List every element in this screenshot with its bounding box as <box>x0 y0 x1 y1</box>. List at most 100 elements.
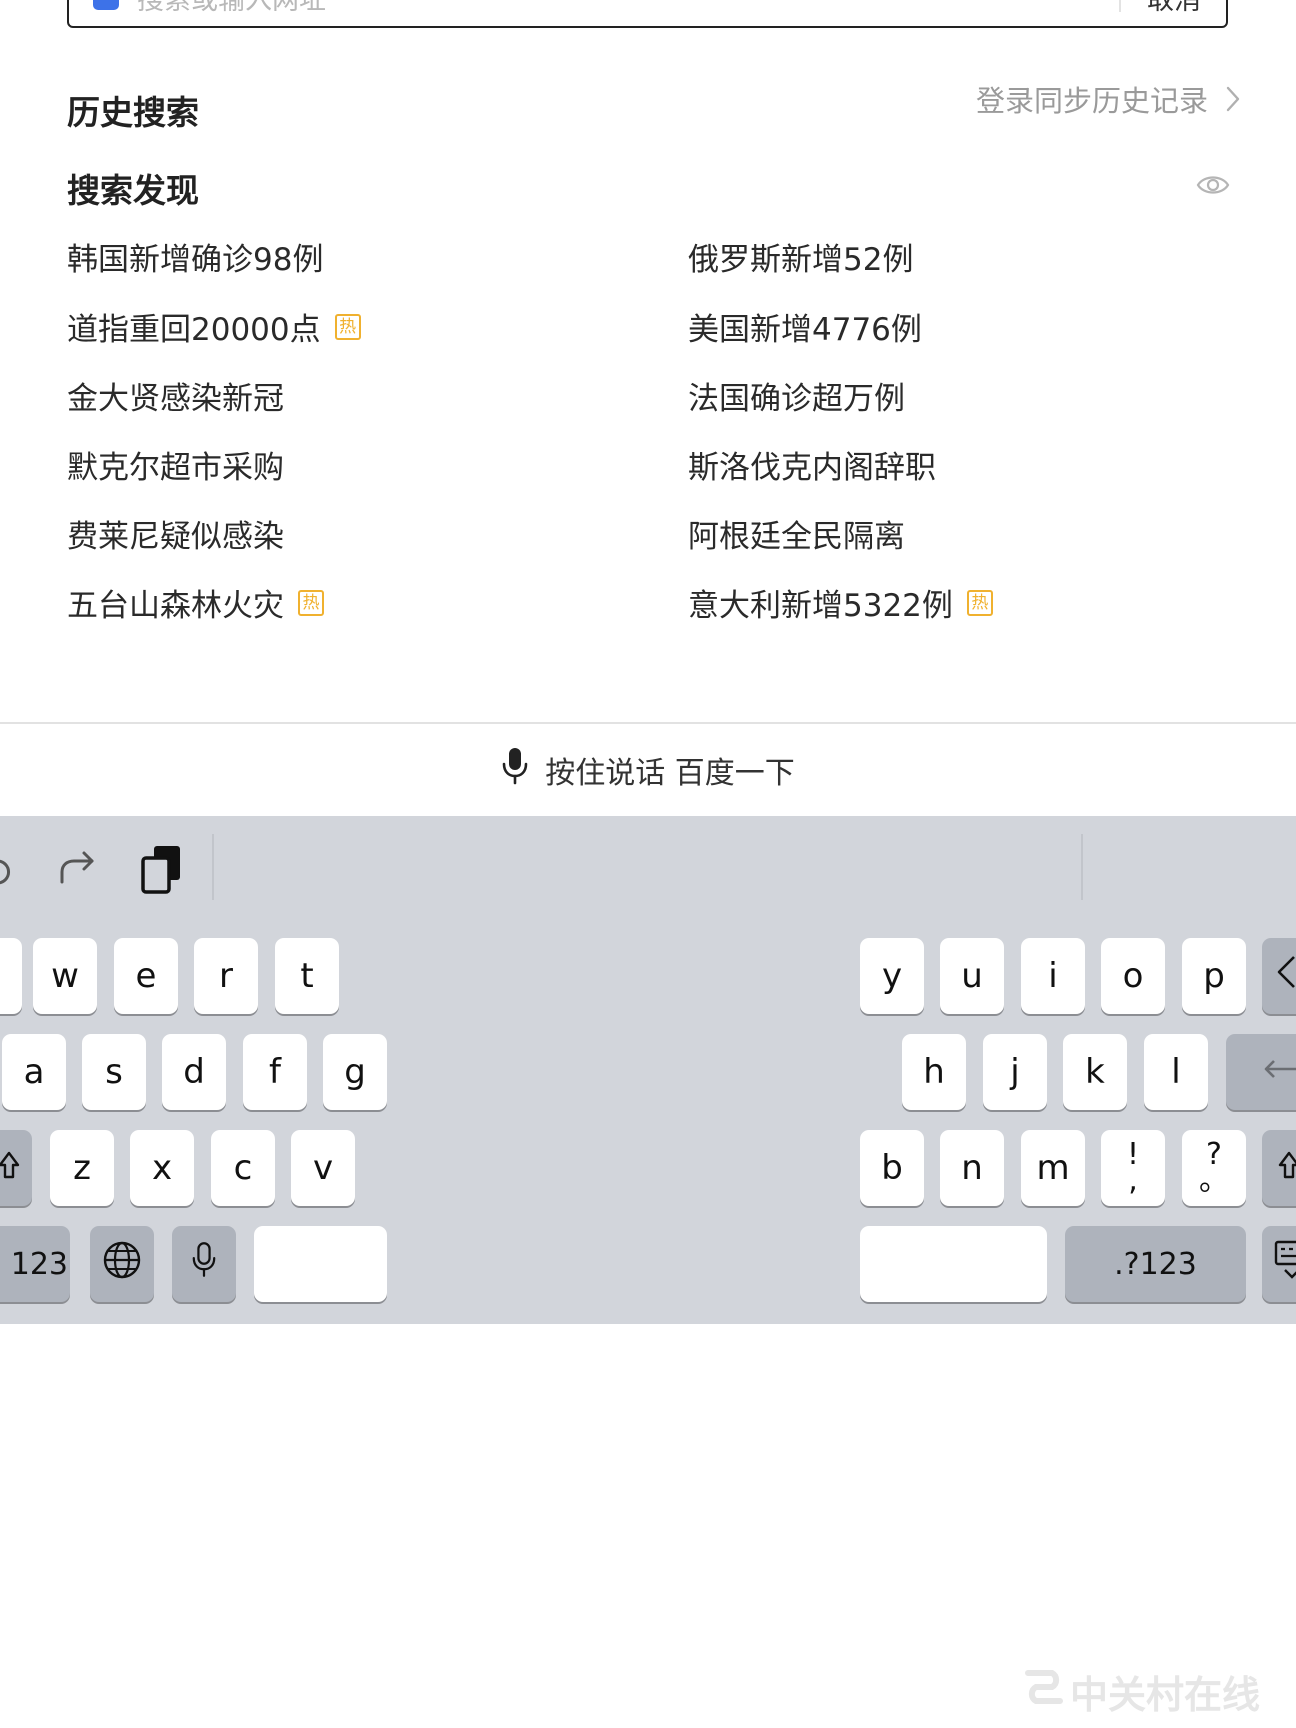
key-question-period[interactable]: ? 。 <box>1182 1130 1246 1206</box>
numbers-key-left[interactable]: 123 <box>0 1226 70 1302</box>
voice-search-button[interactable]: 按住说话 百度一下 <box>0 724 1296 816</box>
space-key-right[interactable] <box>860 1226 1047 1302</box>
key-s[interactable]: s <box>82 1034 146 1110</box>
shift-icon <box>0 1148 20 1188</box>
key-o[interactable]: o <box>1101 938 1165 1014</box>
discover-item[interactable]: 韩国新增确诊98例 <box>67 234 323 279</box>
key-h[interactable]: h <box>902 1034 966 1110</box>
hot-badge: 热 <box>966 589 993 616</box>
key-k[interactable]: k <box>1063 1034 1127 1110</box>
voice-search-label: 按住说话 百度一下 <box>545 756 795 791</box>
key-j[interactable]: j <box>983 1034 1047 1110</box>
discover-item-label: 费莱尼疑似感染 <box>67 519 284 555</box>
key-m[interactable]: m <box>1021 1130 1085 1206</box>
return-key[interactable] <box>1226 1034 1296 1110</box>
key-stack: ! , <box>1127 1140 1139 1198</box>
key-exclamation-comma[interactable]: ! , <box>1101 1130 1165 1206</box>
key-w[interactable]: w <box>33 938 97 1014</box>
history-title: 历史搜索 <box>67 93 199 132</box>
discover-item-label: 法国确诊超万例 <box>688 381 905 417</box>
key-f[interactable]: f <box>243 1034 307 1110</box>
keyboard: w e r t y u i o p a s d f g h j k l z x … <box>0 816 1296 1324</box>
key-b[interactable]: b <box>860 1130 924 1206</box>
key-a[interactable]: a <box>2 1034 66 1110</box>
search-input[interactable]: 搜索或输入网址 <box>137 0 326 18</box>
return-icon <box>1262 1052 1296 1092</box>
globe-key[interactable] <box>90 1226 154 1302</box>
chevron-right-icon <box>1226 86 1240 112</box>
watermark-text: 中关村在线 <box>1070 1673 1261 1717</box>
zol-logo-icon <box>1022 1667 1064 1716</box>
discover-item-label: 意大利新增5322例 <box>688 588 953 624</box>
shift-key-right[interactable] <box>1262 1130 1296 1206</box>
discover-item-label: 斯洛伐克内阁辞职 <box>688 450 936 486</box>
discover-item[interactable]: 默克尔超市采购 <box>67 442 284 487</box>
discover-item-label: 美国新增4776例 <box>688 312 922 348</box>
key-n[interactable]: n <box>940 1130 1004 1206</box>
key-c[interactable]: c <box>211 1130 275 1206</box>
key-r[interactable]: r <box>194 938 258 1014</box>
microphone-icon <box>191 1241 217 1288</box>
discover-item[interactable]: 意大利新增5322例 热 <box>688 580 993 625</box>
sync-history-link[interactable]: 登录同步历史记录 <box>976 78 1240 120</box>
key-y[interactable]: y <box>860 938 924 1014</box>
sync-history-label: 登录同步历史记录 <box>975 84 1208 118</box>
search-divider <box>1119 0 1121 12</box>
discover-item-label: 俄罗斯新增52例 <box>688 242 914 278</box>
hot-badge: 热 <box>298 589 324 616</box>
key-t[interactable]: t <box>275 938 339 1014</box>
discover-item[interactable]: 费莱尼疑似感染 <box>67 511 284 556</box>
key-d[interactable]: d <box>162 1034 226 1110</box>
discover-item-label: 韩国新增确诊98例 <box>67 242 324 278</box>
dictation-key[interactable] <box>172 1226 236 1302</box>
cancel-button[interactable]: 取消 <box>1147 0 1201 18</box>
backspace-icon <box>1276 955 1296 998</box>
discover-item[interactable]: 俄罗斯新增52例 <box>688 234 913 279</box>
discover-title: 搜索发现 <box>67 171 199 210</box>
watermark: 中关村在线 <box>1022 1664 1260 1719</box>
globe-icon <box>102 1240 142 1289</box>
redo-icon[interactable] <box>58 848 98 892</box>
key-p[interactable]: p <box>1182 938 1246 1014</box>
discover-item[interactable]: 阿根廷全民隔离 <box>688 511 905 556</box>
keyboard-hide-icon <box>1274 1240 1296 1289</box>
key-u[interactable]: u <box>940 938 1004 1014</box>
backspace-key[interactable] <box>1262 938 1296 1014</box>
discover-item[interactable]: 美国新增4776例 <box>688 304 922 349</box>
key-l[interactable]: l <box>1144 1034 1208 1110</box>
dismiss-keyboard-key[interactable] <box>1262 1226 1296 1302</box>
discover-item[interactable]: 金大贤感染新冠 <box>67 373 284 418</box>
key-g[interactable]: g <box>323 1034 387 1110</box>
search-bar[interactable]: 搜索或输入网址 取消 <box>67 0 1228 28</box>
baidu-logo-icon <box>93 0 119 10</box>
discover-item[interactable]: 斯洛伐克内阁辞职 <box>688 442 936 487</box>
key-e[interactable]: e <box>114 938 178 1014</box>
space-key-left[interactable] <box>254 1226 387 1302</box>
toolbar-separator <box>212 834 214 900</box>
key-z[interactable]: z <box>50 1130 114 1206</box>
shift-icon <box>1278 1148 1296 1188</box>
page: 搜索或输入网址 取消 历史搜索 登录同步历史记录 搜索发现 韩国新增确诊98例 … <box>0 0 1296 1728</box>
undo-icon[interactable] <box>0 854 16 894</box>
discover-item[interactable]: 法国确诊超万例 <box>688 373 905 418</box>
discover-item[interactable]: 道指重回20000点 热 <box>67 304 361 349</box>
discover-item-label: 阿根廷全民隔离 <box>688 519 905 555</box>
numbers-key-right[interactable]: .?123 <box>1065 1226 1246 1302</box>
hot-badge: 热 <box>334 313 361 340</box>
discover-item-label: 金大贤感染新冠 <box>67 381 284 417</box>
key-i[interactable]: i <box>1021 938 1085 1014</box>
microphone-icon <box>501 747 529 793</box>
discover-item-label: 五台山森林火灾 <box>67 588 284 624</box>
key-x[interactable]: x <box>130 1130 194 1206</box>
key-stack: ? 。 <box>1199 1140 1229 1196</box>
discover-item[interactable]: 五台山森林火灾 热 <box>67 580 324 625</box>
eye-icon[interactable] <box>1196 172 1230 202</box>
toolbar-separator <box>1081 834 1083 900</box>
shift-key-left[interactable] <box>0 1130 32 1206</box>
discover-item-label: 默克尔超市采购 <box>67 450 284 486</box>
discover-item-label: 道指重回20000点 <box>67 312 321 348</box>
key-q[interactable] <box>0 938 22 1014</box>
paste-icon[interactable] <box>140 844 184 898</box>
key-v[interactable]: v <box>291 1130 355 1206</box>
key-bottom-label: , <box>1128 1163 1138 1198</box>
